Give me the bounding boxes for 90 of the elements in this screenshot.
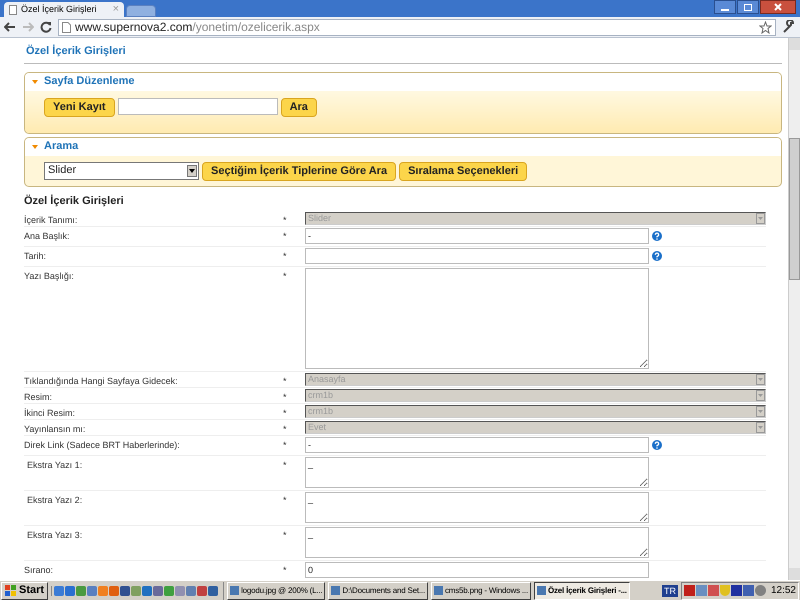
required-mark: * [283,392,287,402]
page-icon [9,4,17,14]
panel-title[interactable]: Arama [44,138,78,155]
text-field[interactable]: - [305,436,649,452]
text-field[interactable] [305,248,649,264]
app-icon[interactable] [142,586,152,596]
tray-app-icon[interactable] [730,585,742,596]
text-field[interactable] [118,98,278,114]
app-icon[interactable] [87,586,98,596]
help-icon[interactable] [652,250,662,260]
app-icon[interactable] [208,586,218,596]
tray-app-icon[interactable] [684,585,695,596]
taskbar-button[interactable]: Özel İçerik Girişleri -... [534,582,630,600]
form-title: Özel İçerik Girişleri [24,194,124,208]
new-tab-button[interactable] [126,5,156,17]
text-field[interactable]: 0 [305,562,649,578]
help-icon[interactable] [652,230,662,240]
field-label: Ekstra Yazı 3: [26,528,82,540]
caret-icon[interactable] [32,80,38,84]
caret-icon[interactable] [32,144,38,148]
reload-icon[interactable] [40,21,52,33]
app-icon [434,586,443,595]
required-mark: * [283,270,287,280]
field-label: Ekstra Yazı 2: [26,494,82,504]
app-icon[interactable] [65,586,76,596]
address-field[interactable]: www.supernova2.com/yonetim/ozelicerik.aspx [58,18,776,36]
back-icon[interactable] [4,22,16,32]
language-indicator[interactable]: TR [662,584,678,596]
text-area[interactable]: _ [305,492,649,522]
field-label: Direk Link (Sadece BRT Haberlerinde): [24,438,180,450]
network-icon[interactable] [742,585,754,596]
field-label: Sırano: [24,564,54,574]
required-mark: * [283,494,287,504]
text-area[interactable]: _ [305,526,649,558]
clock: 12:52 [770,584,796,598]
app-icon[interactable] [197,586,208,596]
taskbar-button[interactable]: D:\Documents and Set... [328,582,428,600]
panel-title[interactable]: Sayfa Düzenleme [44,73,134,90]
restore-icon[interactable] [737,0,759,14]
start-button[interactable]: Start [1,582,48,600]
scrollbar[interactable] [788,38,800,580]
required-mark: * [283,230,287,240]
field-label: İçerik Tanımı: [24,214,78,224]
button[interactable]: Yeni Kayıt [44,98,115,116]
field-label: Ana Başlık: [24,230,70,240]
button[interactable]: Ara [280,98,317,116]
wrench-icon[interactable] [782,20,796,34]
app-icon [331,586,340,595]
required-mark: * [283,214,287,224]
app-icon[interactable] [109,586,120,596]
required-mark: * [283,376,287,386]
app-icon [230,586,240,595]
required-mark: * [283,564,287,574]
button[interactable]: Seçtiğim İçerik Tiplerine Göre Ara [202,162,396,180]
required-mark: * [283,424,287,434]
close-icon[interactable] [760,0,796,14]
app-icon[interactable] [76,586,86,596]
page-icon [62,22,71,32]
star-icon[interactable] [759,20,772,34]
app-icon [536,586,546,595]
field-label: Yazı Başlığı: [24,270,74,280]
taskbar-button[interactable]: logodu.jpg @ 200% (L... [227,582,326,600]
app-icon[interactable] [153,586,164,596]
dropdown[interactable]: Slider [44,162,199,180]
app-icon[interactable] [54,586,64,596]
text-field[interactable]: - [305,228,649,244]
required-mark: * [283,530,287,540]
field-label: Tarih: [24,250,46,260]
text-area[interactable] [305,268,649,368]
browser-tab[interactable]: Özel İçerik Girişleri × [4,2,124,17]
button[interactable]: Sıralama Seçenekleri [399,162,528,180]
app-icon[interactable] [186,586,196,596]
flag-icon [5,585,17,596]
field-label: Yayınlansın mı: [24,422,86,434]
field-label: İkinci Resim: [24,406,76,418]
text-area[interactable]: _ [305,456,649,488]
app-icon[interactable] [164,586,174,596]
required-mark: * [283,460,287,470]
forward-icon[interactable] [22,22,34,32]
minimize-icon[interactable] [714,0,736,14]
field-label: Resim: [24,390,52,402]
taskbar-button[interactable]: cms5b.png - Windows ... [430,582,531,600]
required-mark: * [283,408,287,418]
page-title: Özel İçerik Girişleri [25,45,126,57]
field-label: Ekstra Yazı 1: [26,458,82,470]
required-mark: * [283,440,287,450]
field-label: Tıklandığında Hangi Sayfaya Gidecek: [24,374,178,386]
help-icon[interactable] [652,440,662,450]
app-icon[interactable] [120,586,130,596]
required-mark: * [283,250,287,260]
